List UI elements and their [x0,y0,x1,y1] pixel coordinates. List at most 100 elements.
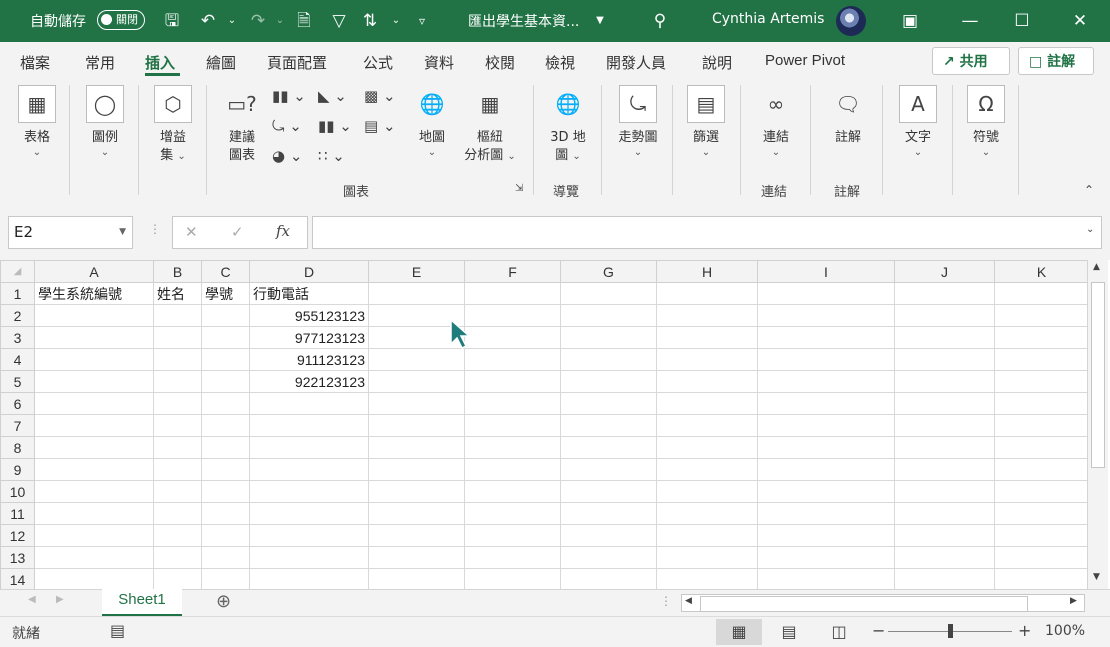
illustrations-button[interactable]: ◯ 圖例 ⌄ [82,85,128,159]
cell-f10[interactable] [464,480,561,503]
cell-k11[interactable] [994,502,1089,525]
prev-sheet-icon[interactable]: ◀ [28,594,36,605]
row-header[interactable]: 13 [0,546,35,569]
cell-a1[interactable]: 學生系統編號 [34,282,154,305]
column-header-h[interactable]: H [656,260,758,283]
cell-d5[interactable]: 922123123 [249,370,369,393]
cell-e10[interactable] [368,480,465,503]
cell-i13[interactable] [757,546,895,569]
cell-a3[interactable] [34,326,154,349]
tab-developer[interactable]: 開發人員 [606,52,666,73]
cell-f13[interactable] [464,546,561,569]
scroll-up-icon[interactable]: ▲ [1093,262,1100,272]
title-dropdown-icon[interactable]: ▼ [588,9,612,33]
cell-j3[interactable] [894,326,995,349]
cell-k4[interactable] [994,348,1089,371]
cell-d1[interactable]: 行動電話 [249,282,369,305]
cell-k12[interactable] [994,524,1089,547]
cell-b12[interactable] [153,524,202,547]
cell-h12[interactable] [656,524,758,547]
document-title[interactable]: 匯出學生基本資... [468,11,579,31]
redo-dropdown-icon[interactable]: ⌄ [268,9,292,33]
cell-g3[interactable] [560,326,657,349]
cell-b10[interactable] [153,480,202,503]
link-button[interactable]: ∞ 連結 ⌄ [754,85,798,159]
cell-e8[interactable] [368,436,465,459]
tab-formulas[interactable]: 公式 [363,52,393,73]
column-header-j[interactable]: J [894,260,995,283]
symbols-button[interactable]: Ω 符號 ⌄ [964,85,1008,159]
cancel-icon[interactable]: ✕ [185,223,198,241]
undo-icon[interactable]: ↶ [196,9,220,33]
name-box-dropdown-icon[interactable]: ▼ [119,217,126,248]
cell-i3[interactable] [757,326,895,349]
column-header-a[interactable]: A [34,260,154,283]
normal-view-button[interactable]: ▦ [716,619,762,645]
maps-button[interactable]: 🌐 地圖 ⌄ [412,85,452,159]
cell-h2[interactable] [656,304,758,327]
cell-d4[interactable]: 911123123 [249,348,369,371]
cell-h11[interactable] [656,502,758,525]
split-grip-icon[interactable]: ⋮ [660,594,672,608]
cell-f5[interactable] [464,370,561,393]
cell-j9[interactable] [894,458,995,481]
select-all-corner[interactable]: ◢ [0,260,35,283]
column-header-b[interactable]: B [153,260,202,283]
cell-a14[interactable] [34,568,154,589]
row-header[interactable]: 5 [0,370,35,393]
tab-review[interactable]: 校閱 [485,52,515,73]
cell-i6[interactable] [757,392,895,415]
cell-b14[interactable] [153,568,202,589]
comment-button[interactable]: 🗨 註解 [826,85,870,147]
cell-b7[interactable] [153,414,202,437]
cell-b4[interactable] [153,348,202,371]
cell-j7[interactable] [894,414,995,437]
cell-d2[interactable]: 955123123 [249,304,369,327]
page-layout-view-button[interactable]: ▤ [766,619,812,645]
cell-a8[interactable] [34,436,154,459]
cell-a7[interactable] [34,414,154,437]
cell-i9[interactable] [757,458,895,481]
cell-k1[interactable] [994,282,1089,305]
cell-i2[interactable] [757,304,895,327]
avatar[interactable] [836,6,866,36]
cell-k10[interactable] [994,480,1089,503]
tab-help[interactable]: 說明 [702,52,732,73]
cell-i12[interactable] [757,524,895,547]
row-header[interactable]: 12 [0,524,35,547]
cell-j12[interactable] [894,524,995,547]
cell-e5[interactable] [368,370,465,393]
row-header[interactable]: 9 [0,458,35,481]
tab-file[interactable]: 檔案 [20,52,50,73]
cell-e13[interactable] [368,546,465,569]
cell-i8[interactable] [757,436,895,459]
cell-c4[interactable] [201,348,250,371]
autosave-toggle[interactable]: 關閉 [97,10,145,30]
cell-g12[interactable] [560,524,657,547]
cell-a4[interactable] [34,348,154,371]
tab-home[interactable]: 常用 [85,52,115,73]
cell-e9[interactable] [368,458,465,481]
search-icon[interactable]: ⚲ [648,9,672,33]
cell-h5[interactable] [656,370,758,393]
cell-g9[interactable] [560,458,657,481]
cell-h8[interactable] [656,436,758,459]
row-header[interactable]: 6 [0,392,35,415]
cell-e6[interactable] [368,392,465,415]
sheet-tab-sheet1[interactable]: Sheet1 [102,589,182,617]
row-header[interactable]: 8 [0,436,35,459]
accessibility-icon[interactable]: ▤ [110,621,125,640]
cell-j4[interactable] [894,348,995,371]
cell-e11[interactable] [368,502,465,525]
cell-h6[interactable] [656,392,758,415]
cell-c7[interactable] [201,414,250,437]
scatter-chart-icon[interactable]: ∷ ⌄ [318,147,345,165]
ribbon-display-icon[interactable]: ▣ [898,9,922,33]
cell-c5[interactable] [201,370,250,393]
row-header[interactable]: 2 [0,304,35,327]
vertical-scroll-thumb[interactable] [1091,282,1105,468]
cell-b13[interactable] [153,546,202,569]
cell-h10[interactable] [656,480,758,503]
cell-c14[interactable] [201,568,250,589]
cell-e4[interactable] [368,348,465,371]
